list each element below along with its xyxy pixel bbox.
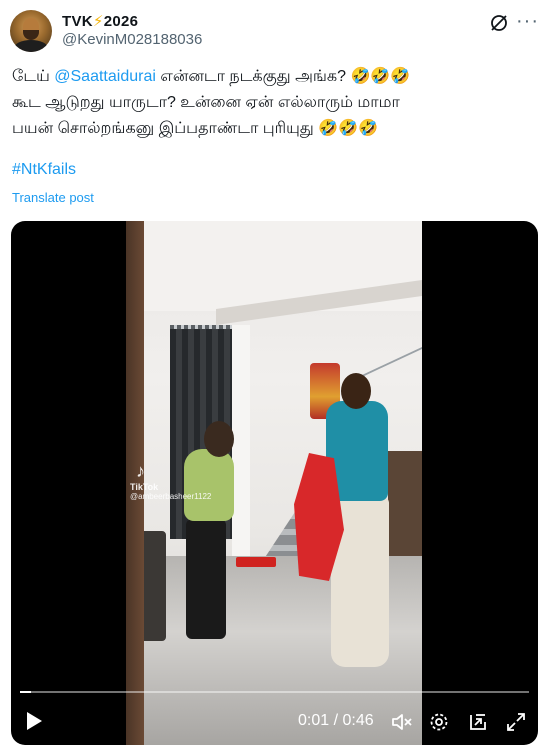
- hashtag-link[interactable]: #NtKfails: [12, 161, 76, 179]
- tiktok-watermark-label: TikTok: [130, 482, 159, 492]
- tiktok-watermark: ♪ TikTok @ambeerbasheer1122: [130, 461, 211, 501]
- grok-icon[interactable]: [489, 13, 509, 33]
- display-name-suffix: 2026: [103, 13, 139, 30]
- video-progress-bar[interactable]: [20, 691, 529, 693]
- video-frame: ♪ TikTok @ambeerbasheer1122: [126, 221, 422, 745]
- tweet-line-2: கூட ஆடுறது யாருடா? உன்னை ஏன் எல்லாரும் ம…: [12, 94, 400, 111]
- tweet-line-1-prefix: டேய்: [12, 68, 55, 85]
- video-player[interactable]: ♪ TikTok @ambeerbasheer1122 0:01 / 0:46: [11, 221, 538, 745]
- scene-red-mat: [236, 557, 276, 567]
- display-name[interactable]: TVK⚡2026: [62, 12, 138, 30]
- scene-cabinet: [388, 451, 422, 561]
- person-man-head: [341, 373, 371, 409]
- user-handle[interactable]: @KevinM028188036: [62, 31, 202, 48]
- settings-icon[interactable]: [428, 711, 450, 733]
- video-progress-fill: [20, 691, 32, 693]
- person-woman-head: [204, 421, 234, 457]
- video-time: 0:01 / 0:46: [298, 712, 374, 729]
- display-name-emoji: ⚡: [92, 13, 104, 30]
- mute-icon[interactable]: [391, 711, 413, 733]
- tiktok-logo-icon: ♪: [136, 461, 145, 481]
- tweet-text: டேய் @Saattaidurai என்னடா நடக்குது அங்க?…: [12, 64, 534, 142]
- tweet-line-1: டேய் @Saattaidurai என்னடா நடக்குது அங்க?…: [12, 64, 534, 90]
- avatar-shoulders: [14, 40, 48, 52]
- tweet-line-3: பயன் சொல்றங்கனு இப்பதாண்டா புரியுது 🤣🤣🤣: [12, 120, 378, 137]
- user-avatar[interactable]: [10, 10, 52, 52]
- mention-link[interactable]: @Saattaidurai: [54, 68, 156, 85]
- play-icon[interactable]: [25, 711, 43, 731]
- picture-in-picture-icon[interactable]: [467, 711, 489, 733]
- post-header: TVK⚡2026 @KevinM028188036 ···: [10, 8, 539, 54]
- tiktok-watermark-user: @ambeerbasheer1122: [130, 492, 212, 501]
- display-name-text: TVK: [62, 13, 93, 30]
- tweet-line-1-suffix: என்னடா நடக்குது அங்க? 🤣🤣🤣: [155, 68, 411, 85]
- person-woman-legs: [186, 519, 226, 639]
- translate-post-link[interactable]: Translate post: [12, 190, 94, 205]
- avatar-beard: [23, 30, 39, 40]
- fullscreen-icon[interactable]: [505, 711, 527, 733]
- more-options-icon[interactable]: ···: [516, 10, 539, 33]
- scene-pillar: [232, 325, 250, 575]
